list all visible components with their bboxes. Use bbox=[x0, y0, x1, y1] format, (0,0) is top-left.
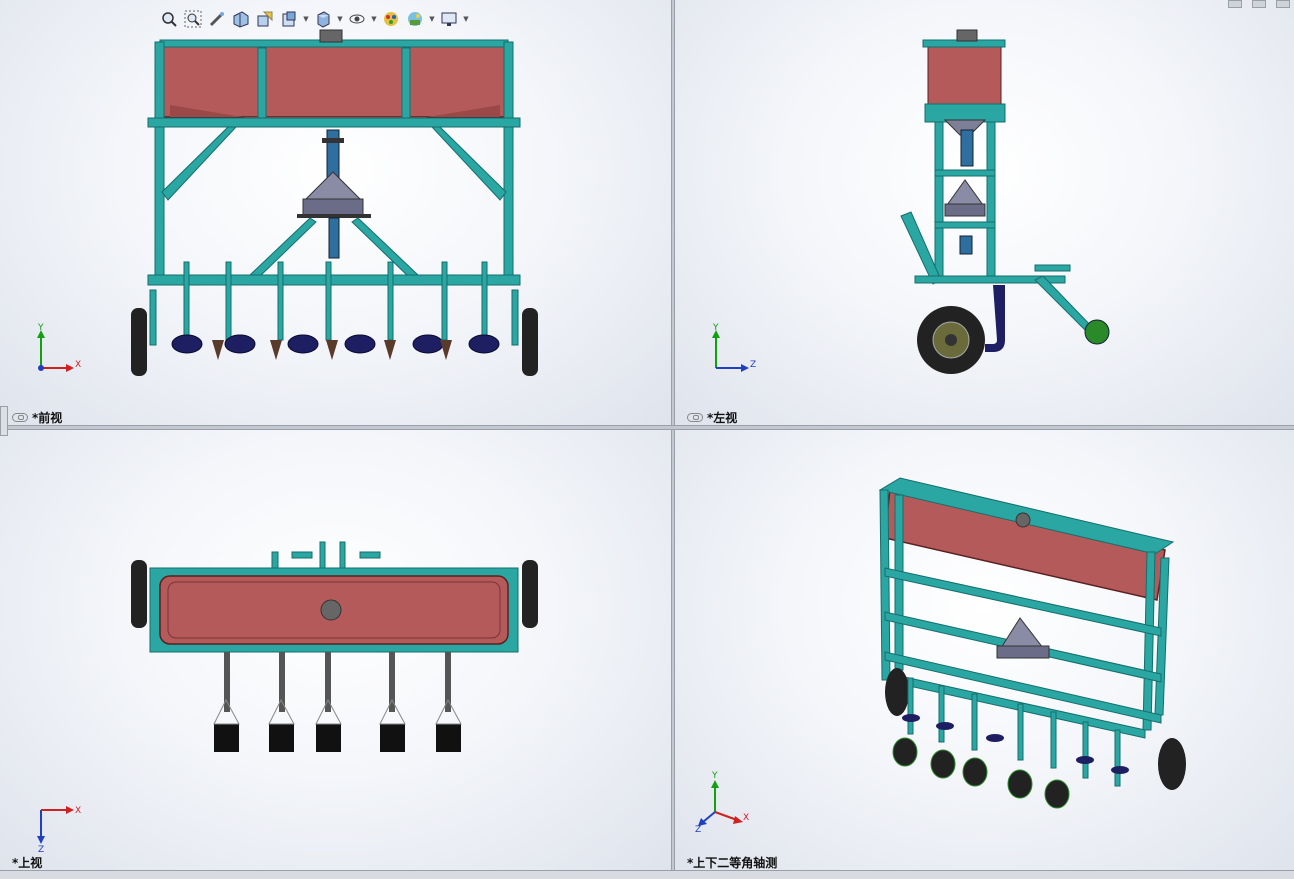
dropdown-arrow-icon[interactable]: ▼ bbox=[462, 8, 470, 30]
viewport-splitter-horizontal[interactable] bbox=[0, 425, 1294, 430]
left-view-model bbox=[900, 29, 1110, 374]
apply-scene-icon[interactable] bbox=[404, 8, 426, 30]
viewport-label-front: *前视 bbox=[12, 409, 62, 425]
triad-axis-label: Z bbox=[38, 845, 44, 852]
iso-view-model bbox=[878, 477, 1186, 809]
viewport-splitter-vertical[interactable] bbox=[671, 0, 675, 878]
view-orientation-icon[interactable] bbox=[278, 8, 300, 30]
viewport-label-left: *左视 bbox=[687, 409, 737, 425]
triad-axis-label: X bbox=[75, 360, 81, 370]
link-views-icon[interactable] bbox=[687, 413, 703, 422]
dropdown-arrow-icon[interactable]: ▼ bbox=[302, 8, 310, 30]
zoom-to-area-icon[interactable] bbox=[182, 8, 204, 30]
view-name: *上视 bbox=[12, 856, 43, 870]
panel-collapse-handle[interactable] bbox=[0, 406, 8, 436]
view-name: *上下二等角轴测 bbox=[687, 856, 778, 870]
coordinate-triad-left: Y Z bbox=[712, 323, 756, 372]
triad-axis-label: Z bbox=[695, 825, 701, 832]
viewport-label-iso: *上下二等角轴测 bbox=[687, 854, 777, 870]
zoom-to-fit-icon[interactable] bbox=[158, 8, 180, 30]
triad-axis-label: Z bbox=[750, 360, 756, 370]
view-name: *前视 bbox=[32, 411, 63, 425]
view-name: *左视 bbox=[707, 411, 738, 425]
dropdown-arrow-icon[interactable]: ▼ bbox=[336, 8, 344, 30]
coordinate-triad-top: X Z bbox=[37, 806, 81, 852]
edit-appearance-icon[interactable] bbox=[380, 8, 402, 30]
triad-axis-label: Y bbox=[711, 771, 718, 781]
dropdown-arrow-icon[interactable]: ▼ bbox=[428, 8, 436, 30]
view-settings-icon[interactable] bbox=[438, 8, 460, 30]
viewport-label-top: *上视 bbox=[12, 854, 42, 870]
triad-axis-label: X bbox=[75, 806, 81, 816]
dynamic-annotation-icon[interactable] bbox=[254, 8, 276, 30]
link-views-icon[interactable] bbox=[12, 413, 28, 422]
section-view-icon[interactable] bbox=[230, 8, 252, 30]
viewport-iso[interactable]: Y X Z *上下二等角轴测 bbox=[675, 430, 1294, 870]
coordinate-triad-iso: Y X Z bbox=[695, 771, 749, 832]
hide-show-items-icon[interactable] bbox=[346, 8, 368, 30]
top-view-model bbox=[131, 541, 538, 752]
front-view-model bbox=[131, 29, 538, 376]
viewport-top[interactable]: X Z *上视 bbox=[0, 430, 671, 870]
triad-axis-label: Y bbox=[712, 323, 719, 333]
coordinate-triad-front: Y X bbox=[37, 323, 81, 372]
previous-view-icon[interactable] bbox=[206, 8, 228, 30]
viewport-front[interactable]: Y X *前视 bbox=[0, 0, 671, 425]
dropdown-arrow-icon[interactable]: ▼ bbox=[370, 8, 378, 30]
heads-up-view-toolbar: ▼ ▼ ▼ ▼ ▼ bbox=[158, 7, 470, 31]
triad-axis-label: X bbox=[743, 813, 749, 823]
viewport-left[interactable]: Y Z *左视 bbox=[675, 0, 1294, 425]
triad-axis-label: Y bbox=[37, 323, 44, 333]
display-style-icon[interactable] bbox=[312, 8, 334, 30]
